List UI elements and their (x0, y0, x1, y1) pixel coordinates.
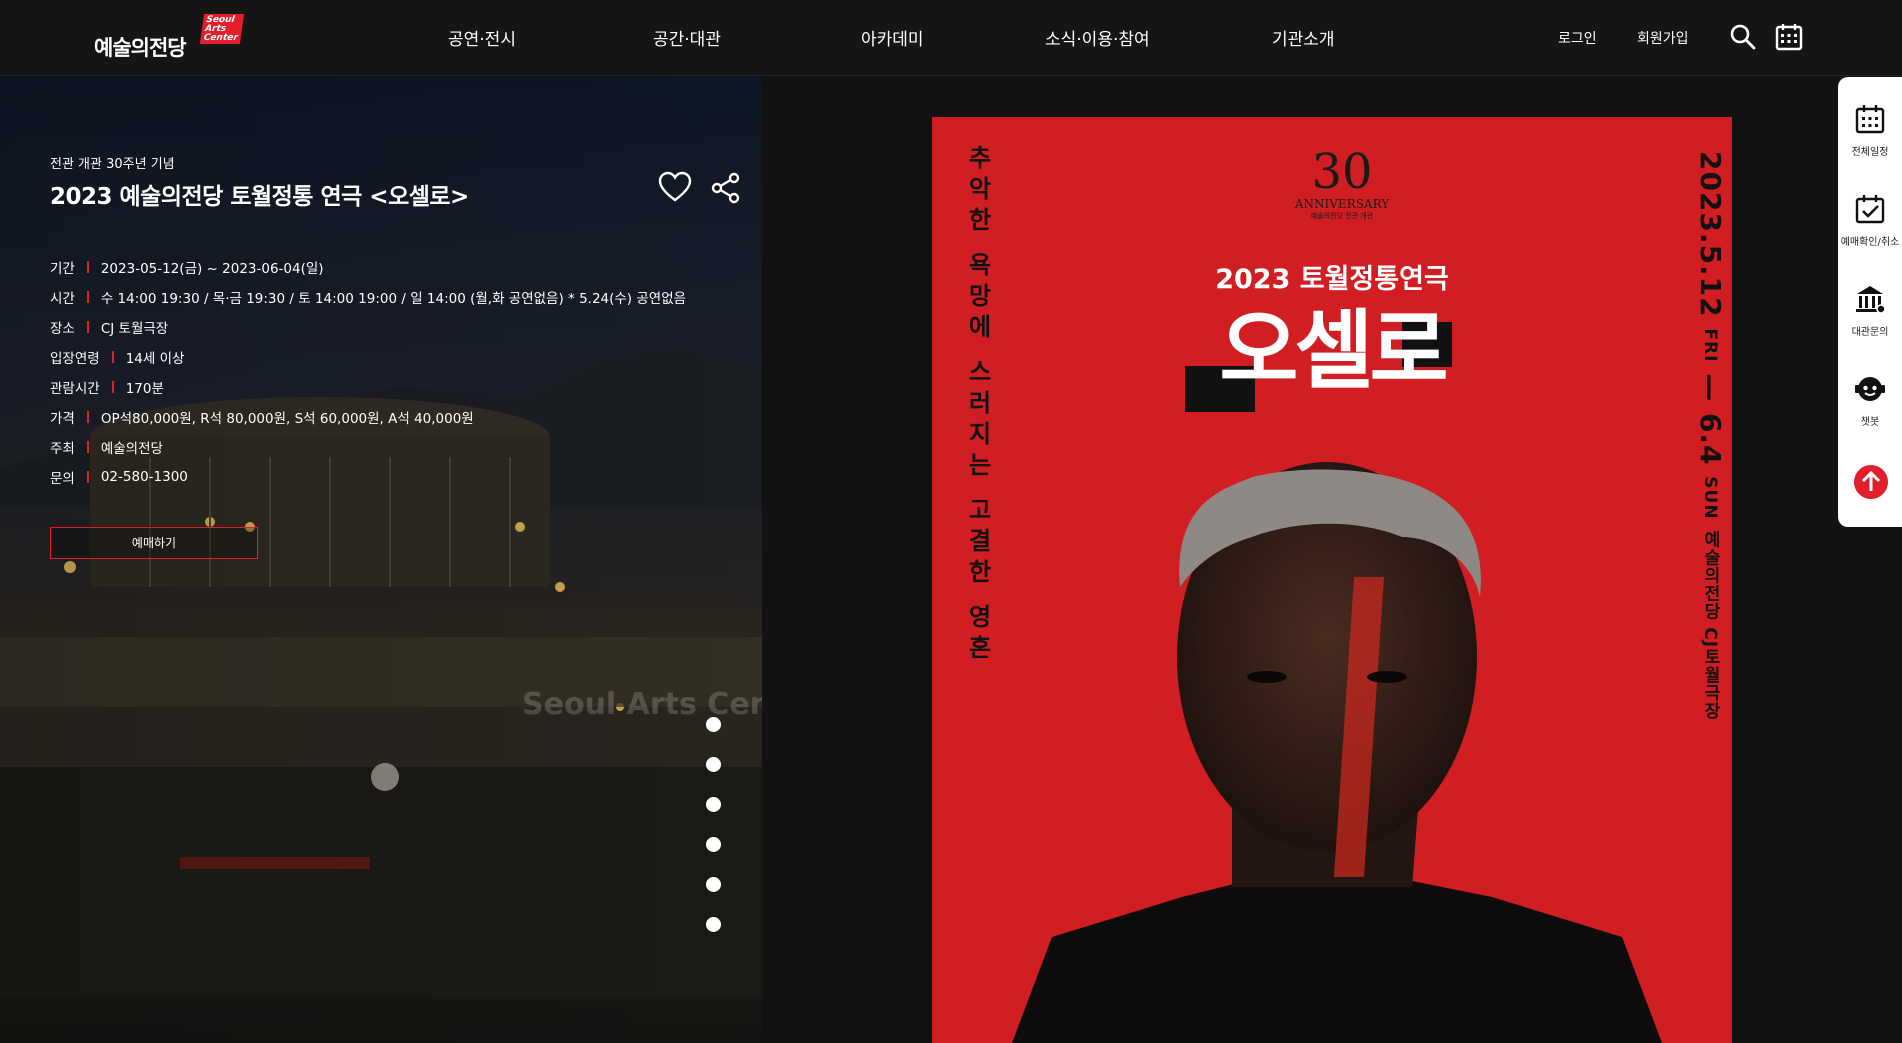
share-icon[interactable] (708, 171, 742, 205)
quick-booking-check[interactable]: 예매확인/취소 (1838, 193, 1902, 248)
chatbot-icon (1855, 377, 1885, 401)
watermark-text: Seoul Arts Center (522, 687, 762, 722)
event-title: 2023 예술의전당 토월정통 연극 <오셀로> (50, 184, 469, 210)
slide-dot[interactable] (706, 917, 721, 932)
info-venue: 장소 CJ 토월극장 (50, 321, 169, 337)
info-contact: 문의 02-580-1300 (50, 469, 188, 487)
quick-schedule[interactable]: 전체일정 (1838, 103, 1902, 158)
quick-rental-inquiry[interactable]: 대관문의 (1838, 283, 1902, 338)
slide-dot[interactable] (706, 757, 721, 772)
login-link[interactable]: 로그인 (1558, 28, 1597, 48)
slide-pagination (706, 717, 722, 937)
info-runtime: 관람시간 170분 (50, 381, 164, 397)
hero-panel: Seoul Arts Center 전관 개관 30주년 기념 2023 예술의… (0, 77, 762, 1043)
logo-badge: Seoul Arts Center (199, 14, 245, 44)
heart-icon[interactable] (658, 171, 692, 203)
scroll-top-button[interactable] (1854, 465, 1888, 499)
slide-dot[interactable] (706, 877, 721, 892)
poster-title: 오셀로 (1219, 301, 1448, 401)
info-period: 기간 2023-05-12(금) ~ 2023-06-04(일) (50, 261, 324, 277)
anniversary-emblem: 30 ANNIVERSARY 예술의전당 전관 개관 (1294, 144, 1390, 220)
poster-dates: 2023.5.12 FRI — 6.4 SUN 예술의전당 CJ토월극장 (1694, 151, 1727, 721)
info-age: 입장연령 14세 이상 (50, 351, 185, 367)
arrow-up-icon (1861, 470, 1881, 491)
site-header: 예술의전당 Seoul Arts Center 공연·전시 공간·대관 아카데미… (0, 0, 1902, 76)
info-host: 주최 예술의전당 (50, 441, 163, 457)
quick-chatbot[interactable]: 챗봇 (1838, 373, 1902, 428)
nav-about[interactable]: 기관소개 (1272, 25, 1335, 50)
search-icon[interactable] (1728, 22, 1758, 52)
info-price: 가격 OP석80,000원, R석 80,000원, S석 60,000원, A석… (50, 411, 474, 427)
nav-news[interactable]: 소식·이용·참여 (1045, 25, 1150, 50)
info-time: 시간 수 14:00 19:30 / 목·금 19:30 / 토 14:00 19… (50, 291, 687, 307)
quick-menu: 전체일정 예매확인/취소 대관문의 챗봇 (1838, 77, 1902, 527)
actor-portrait-image (1012, 462, 1662, 1043)
poster-subtitle: 2023 토월정통연극 (1215, 264, 1449, 295)
nav-space-rental[interactable]: 공간·대관 (653, 25, 721, 50)
slide-dot[interactable] (706, 837, 721, 852)
logo-text: 예술의전당 (94, 36, 187, 60)
calendar-check-icon (1855, 195, 1885, 224)
calendar-icon (1855, 105, 1885, 134)
slide-dot[interactable] (706, 717, 721, 732)
event-subtitle: 전관 개관 30주년 기념 (50, 157, 175, 172)
building-icon (1856, 286, 1886, 314)
event-poster[interactable]: 추악한 욕망에 스러지는 고결한 영혼 2023.5.12 FRI — 6.4 … (932, 117, 1732, 1043)
slide-dot[interactable] (706, 797, 721, 812)
nav-performance[interactable]: 공연·전시 (448, 25, 516, 50)
calendar-icon[interactable] (1774, 22, 1804, 52)
signup-link[interactable]: 회원가입 (1637, 28, 1689, 48)
book-button[interactable]: 예매하기 (50, 527, 258, 559)
nav-academy[interactable]: 아카데미 (861, 25, 924, 50)
site-logo[interactable]: 예술의전당 Seoul Arts Center (94, 14, 254, 64)
